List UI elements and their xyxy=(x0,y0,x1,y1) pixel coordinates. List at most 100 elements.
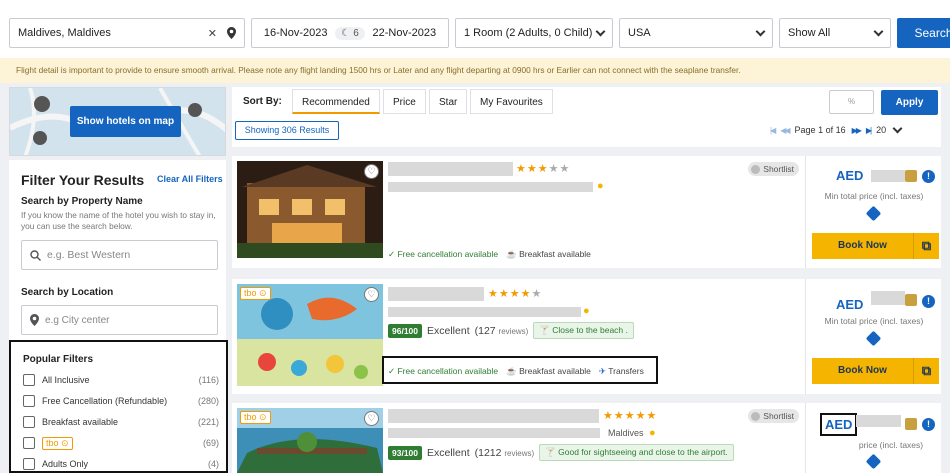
hotel-address-redacted xyxy=(388,428,600,438)
hotel-name-redacted xyxy=(388,287,484,301)
location-pin-icon[interactable]: ● xyxy=(583,305,590,317)
checkbox[interactable] xyxy=(23,374,35,386)
min-price-label: Min total price (incl. taxes) xyxy=(824,316,924,326)
external-link-icon[interactable]: ⧉ xyxy=(913,358,939,384)
hotel-name-redacted xyxy=(388,409,599,423)
chevron-down-icon[interactable] xyxy=(892,123,903,133)
location-search-title: Search by Location xyxy=(21,287,114,298)
rooms-select[interactable]: 1 Room (2 Adults, 0 Child) xyxy=(455,18,613,48)
price-redacted xyxy=(871,170,905,182)
checkbox[interactable] xyxy=(23,395,35,407)
filter-option[interactable]: All Inclusive (116) xyxy=(23,372,219,388)
shortlist-toggle[interactable]: Shortlist xyxy=(748,162,799,176)
hotel-image[interactable]: tbo ⊙ ♡ xyxy=(237,408,383,473)
tbo-badge: tbo ⊙ xyxy=(42,436,73,450)
nights-badge: ☾ 6 xyxy=(335,26,365,40)
chevron-down-icon xyxy=(595,26,606,36)
coin-icon xyxy=(905,294,917,306)
last-page-icon[interactable]: ▶| xyxy=(866,126,872,135)
moon-icon: ☾ xyxy=(341,27,351,39)
discount-input[interactable]: % xyxy=(829,90,874,114)
book-now-button[interactable]: Book Now ⧉ xyxy=(812,233,939,259)
tbo-tag: tbo ⊙ xyxy=(240,287,271,300)
tbo-tag: tbo ⊙ xyxy=(240,411,271,424)
apply-button[interactable]: Apply xyxy=(881,90,938,115)
filter-option[interactable]: Adults Only (4) xyxy=(23,456,219,472)
star-rating: ★★★★★ xyxy=(516,163,571,175)
favourite-heart-icon[interactable]: ♡ xyxy=(364,411,379,426)
clear-icon[interactable]: ✕ xyxy=(208,27,217,40)
date-range-field[interactable]: 16-Nov-2023 ☾ 6 22-Nov-2023 xyxy=(251,18,449,48)
show-filter-value: Show All xyxy=(788,27,831,39)
tab-price[interactable]: Price xyxy=(383,89,426,114)
property-name-input[interactable]: e.g. Best Western xyxy=(21,240,218,270)
location-input[interactable]: e.g City center xyxy=(21,305,218,335)
location-pin-icon[interactable]: ● xyxy=(597,180,604,192)
page-indicator: Page 1 of 16 xyxy=(794,125,846,135)
hotel-image[interactable]: ♡ xyxy=(237,161,383,258)
search-icon xyxy=(30,249,41,261)
favourite-heart-icon[interactable]: ♡ xyxy=(364,164,379,179)
star-rating: ★★★★★ xyxy=(488,288,543,300)
tab-recommended[interactable]: Recommended xyxy=(292,89,380,114)
location-note: 🍸 Close to the beach . xyxy=(533,322,634,339)
info-icon[interactable]: ! xyxy=(922,170,935,183)
per-page-select[interactable]: 20 xyxy=(876,125,886,135)
prev-page-icon[interactable]: ◀◀ xyxy=(780,126,790,135)
tab-star[interactable]: Star xyxy=(429,89,468,114)
checkbox[interactable] xyxy=(23,437,35,449)
score-badge: 96/100 xyxy=(388,323,422,338)
show-filter-select[interactable]: Show All xyxy=(779,18,891,48)
hotel-image[interactable]: tbo ⊙ ♡ xyxy=(237,284,383,386)
location-pin-icon xyxy=(30,314,39,326)
price-box: AED ! Min total price (incl. taxes) Book… xyxy=(805,156,941,268)
info-icon[interactable]: ! xyxy=(922,295,935,308)
map-preview[interactable]: Show hotels on map xyxy=(9,87,226,156)
guest-rating: 93/100 Excellent (1212 reviews) 🍸 Good f… xyxy=(388,444,734,461)
external-link-icon[interactable]: ⧉ xyxy=(913,233,939,259)
filter-option[interactable]: tbo ⊙ (69) xyxy=(23,435,219,451)
price-tag-icon[interactable] xyxy=(865,453,882,470)
nationality-select[interactable]: USA xyxy=(619,18,773,48)
currency: AED xyxy=(836,297,864,312)
rating-word: Excellent xyxy=(427,446,470,459)
price-redacted xyxy=(871,291,905,305)
tab-my-favourites[interactable]: My Favourites xyxy=(470,89,553,114)
clear-all-filters-link[interactable]: Clear All Filters xyxy=(157,174,223,184)
transfers: ✈ Transfers xyxy=(598,366,644,376)
checkbox[interactable] xyxy=(23,416,35,428)
destination-value: Maldives, Maldives xyxy=(18,27,111,39)
property-search-help: If you know the name of the hotel you wi… xyxy=(21,210,216,231)
filter-option[interactable]: Breakfast available (221) xyxy=(23,414,219,430)
check-out-date[interactable]: 22-Nov-2023 xyxy=(373,27,437,39)
location-pin-icon xyxy=(227,27,236,39)
destination-field[interactable]: Maldives, Maldives ✕ xyxy=(9,18,245,48)
location-pin-icon[interactable]: ● xyxy=(649,427,656,439)
favourite-heart-icon[interactable]: ♡ xyxy=(364,287,379,302)
results-count-button[interactable]: Showing 306 Results xyxy=(235,121,339,140)
nationality-value: USA xyxy=(628,27,651,39)
location-note: 🍸 Good for sightseeing and close to the … xyxy=(539,444,734,461)
show-hotels-on-map-button[interactable]: Show hotels on map xyxy=(70,106,181,137)
search-button[interactable]: Search xyxy=(897,18,950,48)
chevron-down-icon xyxy=(873,26,884,36)
filter-option[interactable]: Free Cancellation (Refundable) (280) xyxy=(23,393,219,409)
next-page-icon[interactable]: ▶▶ xyxy=(852,126,862,135)
book-now-button[interactable]: Book Now ⧉ xyxy=(812,358,939,384)
rooms-value: 1 Room (2 Adults, 0 Child) xyxy=(464,27,593,39)
price-tag-icon[interactable] xyxy=(865,205,882,222)
amenities: ✓ Free cancellation available ☕ Breakfas… xyxy=(388,366,644,377)
min-price-label: price (incl. taxes) xyxy=(858,440,924,450)
check-in-date[interactable]: 16-Nov-2023 xyxy=(264,27,328,39)
first-page-icon[interactable]: |◀ xyxy=(770,126,776,135)
chevron-down-icon xyxy=(755,26,766,36)
plane-icon: ✈ xyxy=(598,366,607,376)
price-box: AED ! Min total price (incl. taxes) Book… xyxy=(805,279,941,394)
price-tag-icon[interactable] xyxy=(865,330,882,347)
checkbox[interactable] xyxy=(23,458,35,470)
shortlist-toggle[interactable]: Shortlist xyxy=(748,409,799,423)
property-name-placeholder: e.g. Best Western xyxy=(47,249,131,261)
info-icon[interactable]: ! xyxy=(922,418,935,431)
hotel-name-redacted xyxy=(388,162,513,176)
score-badge: 93/100 xyxy=(388,445,422,460)
